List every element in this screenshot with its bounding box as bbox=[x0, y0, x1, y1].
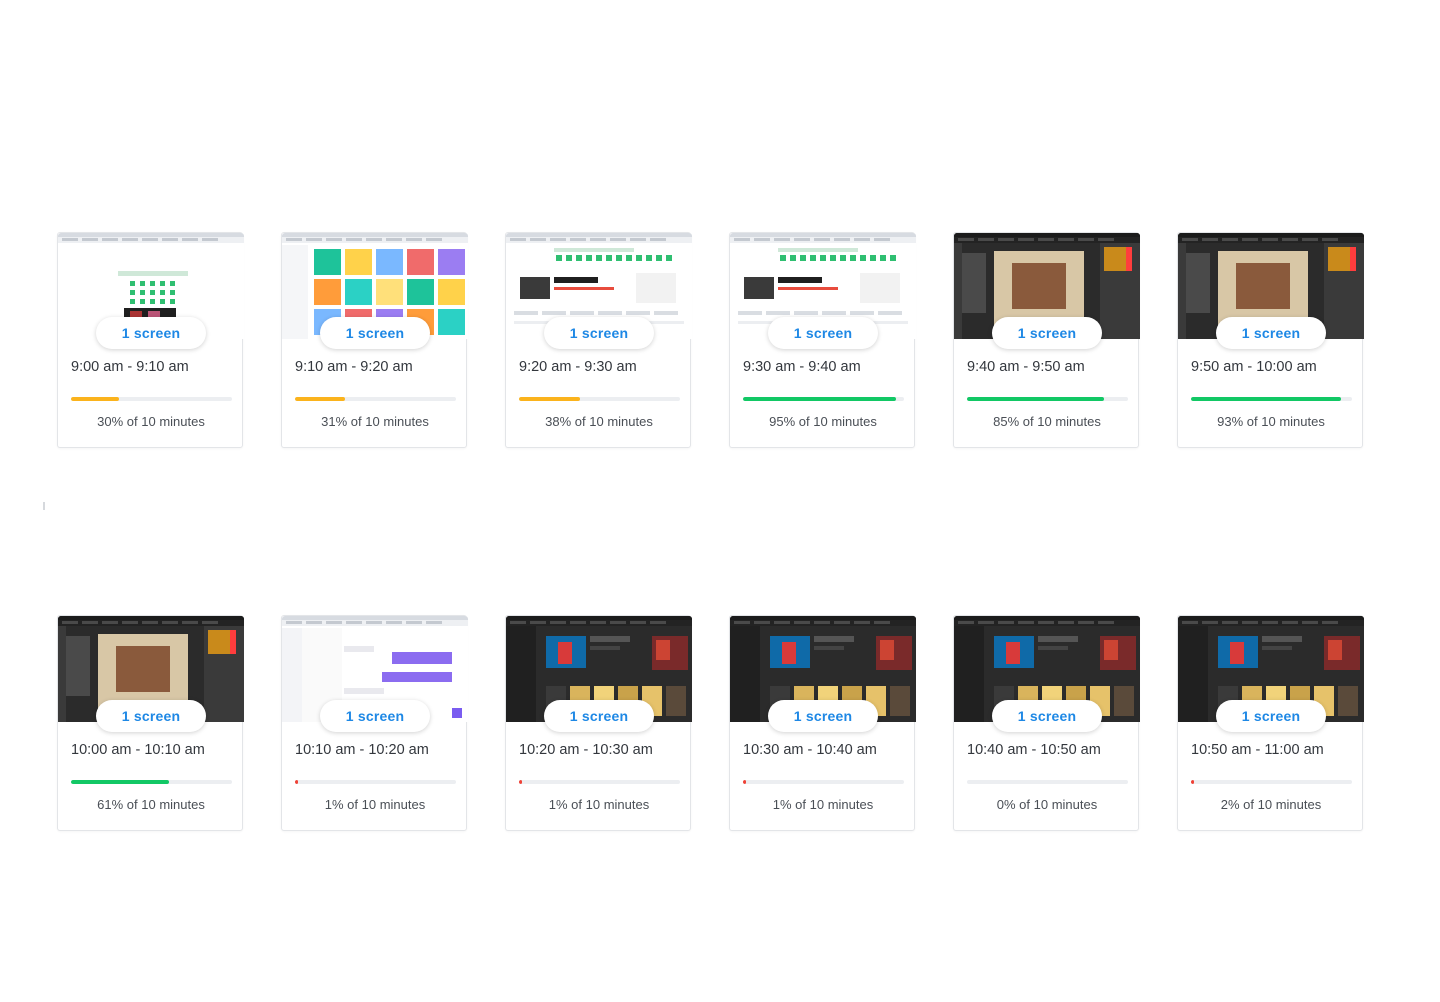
activity-bar bbox=[519, 780, 680, 784]
activity-percent: 85% of 10 minutes bbox=[993, 414, 1101, 429]
timeslot-row: 1 screen 9:00 am - 9:10 am 30% of 10 min… bbox=[57, 232, 1364, 448]
screen-count-button[interactable]: 1 screen bbox=[1216, 700, 1326, 732]
activity-percent: 30% of 10 minutes bbox=[97, 414, 205, 429]
timeslot-card[interactable]: 1 screen 10:10 am - 10:20 am 1% of 10 mi… bbox=[281, 615, 468, 831]
screen-count-button[interactable]: 1 screen bbox=[544, 317, 654, 349]
timeslot-card[interactable]: 1 screen 10:30 am - 10:40 am 1% of 10 mi… bbox=[729, 615, 916, 831]
time-range: 10:30 am - 10:40 am bbox=[743, 742, 877, 758]
timeslot-card[interactable]: 1 screen 9:00 am - 9:10 am 30% of 10 min… bbox=[57, 232, 244, 448]
screen-count-button[interactable]: 1 screen bbox=[1216, 317, 1326, 349]
activity-bar-fill bbox=[519, 780, 523, 784]
screen-count-button[interactable]: 1 screen bbox=[320, 700, 430, 732]
activity-bar-fill bbox=[71, 397, 120, 401]
activity-bar bbox=[71, 397, 232, 401]
screen-count-button[interactable]: 1 screen bbox=[992, 700, 1102, 732]
activity-percent: 2% of 10 minutes bbox=[1220, 797, 1322, 812]
divider-mark bbox=[43, 502, 45, 510]
activity-percent: 61% of 10 minutes bbox=[97, 797, 205, 812]
timeslot-card[interactable]: 1 screen 9:20 am - 9:30 am 38% of 10 min… bbox=[505, 232, 692, 448]
time-range: 10:00 am - 10:10 am bbox=[71, 742, 205, 758]
timeslot-card[interactable]: 1 screen 9:30 am - 9:40 am 95% of 10 min… bbox=[729, 232, 916, 448]
activity-bar-fill bbox=[743, 397, 896, 401]
timeslot-card[interactable]: 1 screen 10:40 am - 10:50 am 0% of 10 mi… bbox=[953, 615, 1140, 831]
time-range: 10:10 am - 10:20 am bbox=[295, 742, 429, 758]
activity-percent: 31% of 10 minutes bbox=[321, 414, 429, 429]
time-range: 9:40 am - 9:50 am bbox=[967, 359, 1085, 375]
activity-percent: 1% of 10 minutes bbox=[548, 797, 650, 812]
time-range: 10:40 am - 10:50 am bbox=[967, 742, 1101, 758]
screen-count-button[interactable]: 1 screen bbox=[96, 700, 206, 732]
activity-bar bbox=[967, 397, 1128, 401]
activity-bar-fill bbox=[967, 397, 1104, 401]
activity-bar-fill bbox=[295, 780, 299, 784]
timeslot-card[interactable]: 1 screen 10:00 am - 10:10 am 61% of 10 m… bbox=[57, 615, 244, 831]
timeslot-card[interactable]: 1 screen 9:50 am - 10:00 am 93% of 10 mi… bbox=[1177, 232, 1364, 448]
timeslot-card[interactable]: 1 screen 9:10 am - 9:20 am 31% of 10 min… bbox=[281, 232, 468, 448]
activity-bar bbox=[71, 780, 232, 784]
screen-count-button[interactable]: 1 screen bbox=[768, 317, 878, 349]
activity-percent: 95% of 10 minutes bbox=[769, 414, 877, 429]
activity-percent: 1% of 10 minutes bbox=[772, 797, 874, 812]
activity-bar-fill bbox=[295, 397, 345, 401]
screen-count-button[interactable]: 1 screen bbox=[320, 317, 430, 349]
screen-count-button[interactable]: 1 screen bbox=[544, 700, 654, 732]
time-range: 9:00 am - 9:10 am bbox=[71, 359, 189, 375]
activity-bar bbox=[295, 397, 456, 401]
activity-bar bbox=[743, 397, 904, 401]
time-range: 9:10 am - 9:20 am bbox=[295, 359, 413, 375]
activity-percent: 93% of 10 minutes bbox=[1217, 414, 1325, 429]
time-range: 9:50 am - 10:00 am bbox=[1191, 359, 1317, 375]
activity-percent: 0% of 10 minutes bbox=[996, 797, 1098, 812]
screen-count-button[interactable]: 1 screen bbox=[96, 317, 206, 349]
activity-bar-fill bbox=[71, 780, 170, 784]
time-range: 9:30 am - 9:40 am bbox=[743, 359, 861, 375]
screen-count-button[interactable]: 1 screen bbox=[768, 700, 878, 732]
activity-bar-fill bbox=[519, 397, 581, 401]
time-range: 9:20 am - 9:30 am bbox=[519, 359, 637, 375]
activity-percent: 38% of 10 minutes bbox=[545, 414, 653, 429]
timeslot-row: 1 screen 10:00 am - 10:10 am 61% of 10 m… bbox=[57, 615, 1364, 831]
activity-bar bbox=[1191, 780, 1352, 784]
activity-bar bbox=[519, 397, 680, 401]
activity-bar-fill bbox=[743, 780, 747, 784]
time-range: 10:50 am - 11:00 am bbox=[1191, 742, 1324, 758]
activity-bar bbox=[967, 780, 1128, 784]
activity-bar bbox=[1191, 397, 1352, 401]
timeslot-card[interactable]: 1 screen 10:20 am - 10:30 am 1% of 10 mi… bbox=[505, 615, 692, 831]
activity-percent: 1% of 10 minutes bbox=[324, 797, 426, 812]
activity-bar-fill bbox=[1191, 780, 1195, 784]
time-range: 10:20 am - 10:30 am bbox=[519, 742, 653, 758]
timeslot-card[interactable]: 1 screen 9:40 am - 9:50 am 85% of 10 min… bbox=[953, 232, 1140, 448]
activity-bar-fill bbox=[1191, 397, 1341, 401]
timeslot-card[interactable]: 1 screen 10:50 am - 11:00 am 2% of 10 mi… bbox=[1177, 615, 1364, 831]
activity-bar bbox=[295, 780, 456, 784]
screen-count-button[interactable]: 1 screen bbox=[992, 317, 1102, 349]
activity-bar bbox=[743, 780, 904, 784]
